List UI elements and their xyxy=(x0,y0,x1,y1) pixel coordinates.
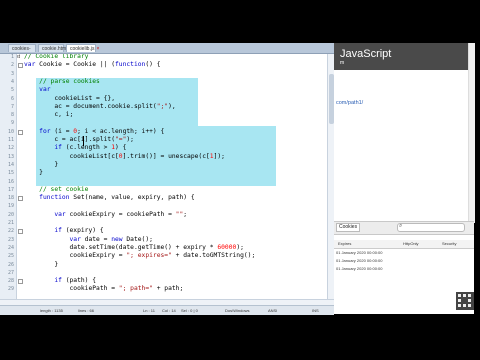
line-number-gutter: 1 2 3 4 5 6 7 8 9 10 11 12 13 14 15 16 17 18 19 20 21 22 23 24 2… xyxy=(0,54,17,299)
page-link[interactable]: com/path1/ xyxy=(336,100,363,107)
status-ln: Ln : 11 xyxy=(143,308,155,313)
fold-toggle-icon[interactable] xyxy=(18,229,23,235)
fold-toggle-icon[interactable] xyxy=(18,129,23,135)
cell-expires: 01 January 2020 00:00:00 xyxy=(336,258,383,263)
devtools-tab-label: Cookies xyxy=(339,224,358,230)
browser-scrollbar[interactable] xyxy=(468,43,475,223)
tab-cookielib-js[interactable]: cookielib.js × xyxy=(66,44,99,52)
tab-cookie-html[interactable]: cookie.html xyxy=(38,44,68,52)
code-line[interactable]: var cookieExpiry = cookiePath = ""; xyxy=(24,211,187,223)
channel-logo-icon xyxy=(456,292,474,310)
code-line[interactable]: cookiePath = "; path=" + path; xyxy=(24,285,183,297)
fold-toggle-icon[interactable] xyxy=(18,63,23,69)
status-eol: Dos\Windows xyxy=(225,308,250,313)
fold-toggle-icon[interactable] xyxy=(18,279,23,285)
status-lines: lines : 66 xyxy=(78,308,95,313)
editor-tab-bar: cookies-test cookie.html cookielib.js× xyxy=(0,43,334,60)
status-mode: INS xyxy=(312,308,319,313)
tab-cookies-test[interactable]: cookies-test xyxy=(8,44,36,60)
text-cursor xyxy=(83,136,84,146)
devtools-tab-cookies[interactable]: Cookies xyxy=(336,223,361,232)
status-length: length : 1135 xyxy=(40,308,63,313)
page-title: JavaScript xyxy=(340,48,392,60)
table-row[interactable]: 01 January 2020 00:00:00 xyxy=(334,258,474,266)
status-sel: Sel : 0 | 0 xyxy=(181,308,198,313)
page-subtitle: m xyxy=(340,60,345,66)
status-encoding: ANSI xyxy=(268,308,278,313)
column-expires[interactable]: Expires xyxy=(338,241,351,246)
code-line[interactable]: c, i; xyxy=(24,111,73,123)
fold-toggle-icon[interactable] xyxy=(18,196,23,202)
code-line[interactable]: var Cookie = Cookie || (function() { xyxy=(24,61,161,73)
column-httponly[interactable]: HttpOnly xyxy=(403,241,419,246)
search-icon: ⌕ xyxy=(399,223,403,229)
line-number: 29 xyxy=(7,286,14,293)
column-security[interactable]: Security xyxy=(442,241,456,246)
status-bar: length : 1135 lines : 66 Ln : 11 Col : 1… xyxy=(0,305,334,315)
code-line[interactable]: } xyxy=(24,261,58,273)
devtools-search-input[interactable] xyxy=(397,223,465,232)
cell-expires: 01 January 2020 00:00:00 xyxy=(336,250,383,255)
tab-label: cookie.html xyxy=(42,46,68,52)
table-row[interactable]: 01 January 2020 00:00:00 xyxy=(334,266,474,274)
status-col: Col : 14 xyxy=(162,308,176,313)
code-line[interactable]: function Set(name, value, expiry, path) … xyxy=(24,194,194,206)
close-tab-icon[interactable]: × xyxy=(96,46,99,52)
tab-label: cookielib.js xyxy=(70,46,95,52)
code-line[interactable]: } xyxy=(24,169,43,181)
cell-expires: 01 January 2020 00:00:00 xyxy=(336,266,383,271)
table-row[interactable]: 01 January 2020 00:00:00 xyxy=(334,250,474,258)
code-line[interactable]: cookieExpiry = "; expires=" + date.toGMT… xyxy=(24,252,255,264)
